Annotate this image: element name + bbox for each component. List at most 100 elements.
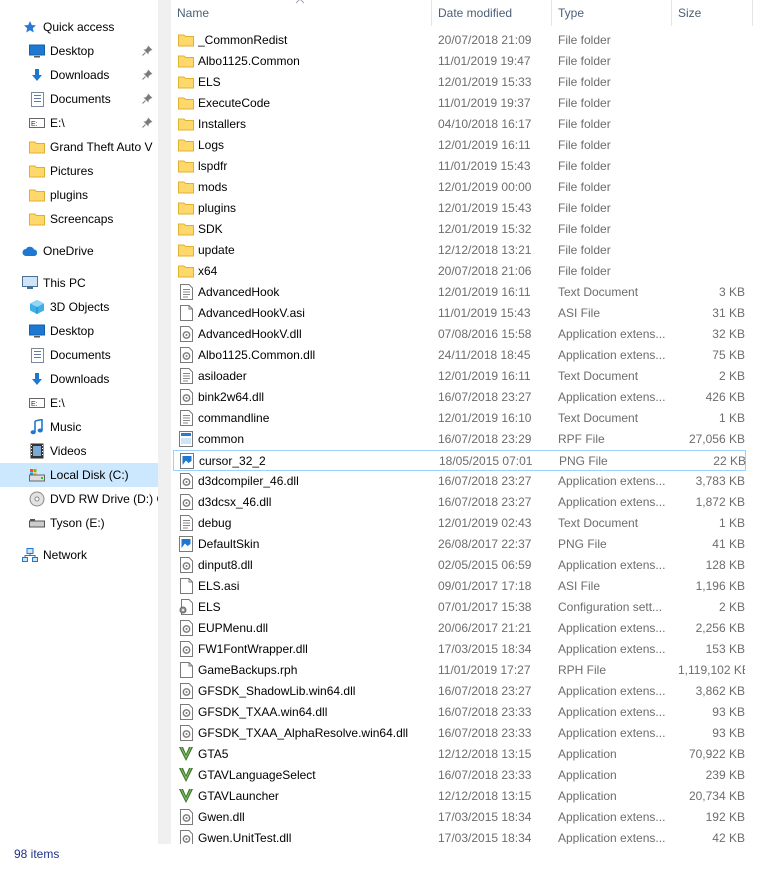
file-row[interactable]: ELS.asi 09/01/2017 17:18 ASI File 1,196 KB	[173, 576, 746, 597]
folder-icon	[29, 211, 45, 227]
sidebar-item[interactable]: Quick access	[0, 15, 158, 39]
file-row[interactable]: plugins 12/01/2019 15:43 File folder	[173, 198, 746, 219]
file-size: 128 KB	[705, 558, 745, 572]
file-row[interactable]: Installers 04/10/2018 16:17 File folder	[173, 114, 746, 135]
column-header-size[interactable]: Size	[672, 0, 753, 26]
navigation-pane[interactable]: Quick access Desktop Downloads Documents E: E…	[0, 0, 158, 844]
file-row[interactable]: AdvancedHookV.asi 11/01/2019 15:43 ASI Fil…	[173, 303, 746, 324]
file-type: File folder	[558, 138, 611, 152]
sidebar-item-label: This PC	[43, 276, 86, 290]
sidebar-item-label: Downloads	[50, 68, 110, 82]
file-row[interactable]: SDK 12/01/2019 15:32 File folder	[173, 219, 746, 240]
sidebar-item[interactable]: Screencaps	[0, 207, 158, 231]
pane-splitter[interactable]	[158, 0, 171, 844]
sidebar-item[interactable]: Downloads	[0, 367, 158, 391]
downloads-icon	[29, 371, 45, 387]
file-date: 24/11/2018 18:45	[438, 348, 531, 362]
file-row[interactable]: asiloader 12/01/2019 16:11 Text Document 2 …	[173, 366, 746, 387]
file-date: 09/01/2017 17:18	[438, 579, 532, 593]
column-header-size-label: Size	[678, 6, 702, 20]
file-row[interactable]: _CommonRedist 20/07/2018 21:09 File folder	[173, 30, 746, 51]
file-size	[678, 240, 745, 261]
file-row[interactable]: GameBackups.rph 11/01/2019 17:27 RPH File 1…	[173, 660, 746, 681]
file-row[interactable]: GTAVLauncher 12/12/2018 13:15 Application 2…	[173, 786, 746, 807]
pin-icon[interactable]	[142, 93, 153, 104]
file-row[interactable]: GFSDK_TXAA.win64.dll 16/07/2018 23:33 Appl…	[173, 702, 746, 723]
sidebar-item[interactable]: Videos	[0, 439, 158, 463]
sidebar-item[interactable]: Network	[0, 543, 158, 567]
pin-icon[interactable]	[142, 45, 153, 56]
file-row[interactable]: cursor_32_2 18/05/2015 07:01 PNG File 22 KB	[173, 450, 746, 471]
file-row[interactable]: lspdfr 11/01/2019 15:43 File folder	[173, 156, 746, 177]
file-row[interactable]: Logs 12/01/2019 16:11 File folder	[173, 135, 746, 156]
file-row[interactable]: EUPMenu.dll 20/06/2017 21:21 Application e…	[173, 618, 746, 639]
file-row[interactable]: mods 12/01/2019 00:00 File folder	[173, 177, 746, 198]
sidebar-item[interactable]: OneDrive	[0, 239, 158, 263]
sidebar-item[interactable]: E: E:\	[0, 111, 158, 135]
pin-icon[interactable]	[142, 117, 153, 128]
file-name: asiloader	[198, 369, 247, 383]
file-date: 18/05/2015 07:01	[439, 454, 533, 468]
file-type: File folder	[558, 201, 611, 215]
rpf-file-icon	[178, 431, 194, 447]
dll-icon	[178, 704, 194, 720]
folder-icon	[29, 139, 45, 155]
sidebar-item[interactable]: Grand Theft Auto V	[0, 135, 158, 159]
gta-v-icon	[178, 767, 194, 783]
column-header-date[interactable]: Date modified	[432, 0, 552, 26]
file-row[interactable]: ELS 12/01/2019 15:33 File folder	[173, 72, 746, 93]
file-row[interactable]: common 16/07/2018 23:29 RPF File 27,056 KB	[173, 429, 746, 450]
file-row[interactable]: Albo1125.Common.dll 24/11/2018 18:45 Appli…	[173, 345, 746, 366]
sidebar-item-label: Videos	[50, 444, 87, 458]
sidebar-item[interactable]: Downloads	[0, 63, 158, 87]
file-type: RPF File	[558, 432, 605, 446]
file-row[interactable]: ELS 07/01/2017 15:38 Configuration sett...…	[173, 597, 746, 618]
sidebar-item[interactable]: 3D Objects	[0, 295, 158, 319]
file-row[interactable]: update 12/12/2018 13:21 File folder	[173, 240, 746, 261]
file-row[interactable]: commandline 12/01/2019 16:10 Text Document…	[173, 408, 746, 429]
file-row[interactable]: Albo1125.Common 11/01/2019 19:47 File fold…	[173, 51, 746, 72]
file-date: 16/07/2018 23:27	[438, 390, 532, 404]
sidebar-item[interactable]: Documents	[0, 87, 158, 111]
sidebar-item[interactable]: Music	[0, 415, 158, 439]
file-row[interactable]: AdvancedHookV.dll 07/08/2016 15:58 Applica…	[173, 324, 746, 345]
column-header-date-label: Date modified	[438, 6, 513, 20]
pin-icon[interactable]	[142, 69, 153, 80]
sidebar-item[interactable]: Desktop	[0, 319, 158, 343]
file-size: 426 KB	[705, 390, 745, 404]
sidebar-item[interactable]: Documents	[0, 343, 158, 367]
dll-icon	[178, 683, 194, 699]
file-row[interactable]: GTA5 12/12/2018 13:15 Application 70,922 KB	[173, 744, 746, 765]
file-row[interactable]: FW1FontWrapper.dll 17/03/2015 18:34 Applic…	[173, 639, 746, 660]
file-size: 3,783 KB	[695, 474, 745, 488]
file-row[interactable]: dinput8.dll 02/05/2015 06:59 Application e…	[173, 555, 746, 576]
file-type: Application	[558, 747, 617, 761]
file-row[interactable]: bink2w64.dll 16/07/2018 23:27 Application …	[173, 387, 746, 408]
column-header-type[interactable]: Type	[552, 0, 672, 26]
sidebar-item[interactable]: Tyson (E:)	[0, 511, 158, 535]
sidebar-item[interactable]: Local Disk (C:)	[0, 463, 158, 487]
sidebar-item[interactable]: Pictures	[0, 159, 158, 183]
file-row[interactable]: x64 20/07/2018 21:06 File folder	[173, 261, 746, 282]
folder-icon	[178, 179, 194, 195]
file-row[interactable]: ExecuteCode 11/01/2019 19:37 File folder	[173, 93, 746, 114]
svg-text:E:: E:	[31, 121, 38, 128]
file-row[interactable]: AdvancedHook 12/01/2019 16:11 Text Documen…	[173, 282, 746, 303]
file-row[interactable]: Gwen.dll 17/03/2015 18:34 Application exte…	[173, 807, 746, 828]
file-row[interactable]: DefaultSkin 26/08/2017 22:37 PNG File 41 KB	[173, 534, 746, 555]
file-type: Application	[558, 768, 617, 782]
file-row[interactable]: Gwen.UnitTest.dll 17/03/2015 18:34 Applica…	[173, 828, 746, 844]
file-row[interactable]: debug 12/01/2019 02:43 Text Document 1 KB	[173, 513, 746, 534]
sidebar-item[interactable]: plugins	[0, 183, 158, 207]
file-row[interactable]: d3dcsx_46.dll 16/07/2018 23:27 Application…	[173, 492, 746, 513]
sidebar-item[interactable]: DVD RW Drive (D:) C	[0, 487, 158, 511]
sidebar-item[interactable]: E: E:\	[0, 391, 158, 415]
file-row[interactable]: GTAVLanguageSelect 16/07/2018 23:33 Applic…	[173, 765, 746, 786]
file-list[interactable]: Name Date modified Type Size _CommonRedi…	[171, 0, 764, 844]
file-type: Application extens...	[558, 642, 666, 656]
file-row[interactable]: d3dcompiler_46.dll 16/07/2018 23:27 Applic…	[173, 471, 746, 492]
sidebar-item[interactable]: Desktop	[0, 39, 158, 63]
file-row[interactable]: GFSDK_TXAA_AlphaResolve.win64.dll 16/07/2…	[173, 723, 746, 744]
sidebar-item[interactable]: This PC	[0, 271, 158, 295]
file-row[interactable]: GFSDK_ShadowLib.win64.dll 16/07/2018 23:2…	[173, 681, 746, 702]
